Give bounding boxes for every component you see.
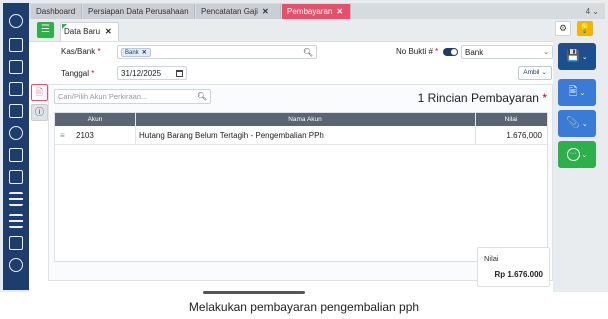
akun-search-placeholder: Cari/Pilih Akun Perkiraan... [58, 92, 148, 101]
kas-bank-label-text: Kas/Bank [61, 47, 96, 56]
header-fields: Kas/Bank * Bank ✕ 🔍︎ Tanggal * 31/12/2025… [29, 45, 553, 81]
tab-label: Dashboard [36, 7, 76, 16]
auto-number-toggle[interactable] [443, 48, 458, 56]
cart-icon[interactable] [9, 148, 23, 162]
total-value: Rp 1.676.000 [494, 270, 543, 279]
tanggal-value: 31/12/2025 [121, 69, 162, 78]
print-button[interactable]: 🖹 ⌄ [558, 79, 596, 106]
calculator-icon[interactable] [9, 82, 23, 96]
ambil-label: Ambil [523, 69, 540, 76]
close-icon[interactable]: ✕ [262, 7, 269, 16]
kas-bank-tag[interactable]: Bank ✕ [121, 48, 151, 57]
tanggal-date-input[interactable]: 31/12/2025 [117, 66, 187, 80]
no-bukti-label: No Bukti # * [396, 47, 438, 56]
column-header-akun[interactable]: Akun [55, 113, 135, 126]
column-divider [135, 113, 136, 145]
document-icon: 🖹 [568, 86, 578, 98]
attachment-button[interactable]: 📎 ⌄ [558, 110, 596, 137]
badge-icon[interactable] [9, 258, 23, 272]
app-screenshot: Dashboard Persiapan Data Perusahaan Penc… [0, 0, 608, 292]
detail-side-tabs: 🖹 ⓘ [31, 84, 48, 124]
akun-search-input[interactable]: Cari/Pilih Akun Perkiraan... 🔍︎ [54, 89, 211, 104]
tab-persiapan-data[interactable]: Persiapan Data Perusahaan [83, 4, 195, 19]
column-header-nama-akun[interactable]: Nama Akun [135, 113, 475, 126]
save-icon: 💾 [566, 50, 580, 62]
total-label: Nilai [484, 254, 499, 263]
required-mark: * [542, 91, 547, 105]
column-divider [475, 113, 476, 145]
factory-icon[interactable] [9, 214, 23, 228]
action-sidebar: 💾 ⌄ 🖹 ⌄ 📎 ⌄ ··· ⌄ [553, 41, 605, 292]
tab-pencatatan-gaji[interactable]: Pencatatan Gaji ✕ [196, 4, 281, 19]
tab-dashboard[interactable]: Dashboard [31, 4, 82, 19]
rincian-table: Akun Nama Akun Nilai ≡ 2103 Hutang Baran… [54, 112, 548, 262]
more-actions-button[interactable]: ··· ⌄ [558, 141, 596, 168]
cell-akun: 2103 [76, 131, 94, 140]
search-icon[interactable]: 🔍︎ [197, 90, 207, 103]
no-bukti-label-text: No Bukti # [396, 47, 433, 56]
close-icon[interactable]: ✕ [142, 50, 147, 56]
tab-label: Pencatatan Gaji [201, 7, 258, 16]
kas-bank-label: Kas/Bank * [61, 47, 101, 56]
chevron-down-icon: ⌄ [581, 54, 588, 61]
tab-data-baru[interactable]: Data Baru ✕ [60, 22, 119, 41]
required-mark: * [91, 69, 95, 78]
form-tab-label: Data Baru [64, 27, 101, 36]
scroll-indicator [203, 291, 305, 294]
chevron-down-icon: ⌄ [581, 121, 588, 128]
figure-caption: Melakukan pembayaran pengembalian pph [188, 300, 420, 314]
table-header: Akun Nama Akun Nilai [55, 113, 547, 126]
tanggal-label-text: Tanggal [61, 69, 90, 78]
chart-icon[interactable] [9, 192, 23, 206]
document-tab-icon[interactable]: 🖹 [31, 84, 48, 101]
no-bukti-type-select[interactable]: Bank ⌄ [461, 45, 553, 59]
chevron-down-icon: ⌄ [543, 49, 549, 56]
kas-bank-input[interactable]: Bank ✕ 🔍︎ [117, 45, 317, 59]
required-mark: * [435, 47, 439, 56]
no-bukti-type-value: Bank [465, 48, 484, 57]
calendar-icon[interactable] [176, 70, 183, 77]
form-toolbar: ☰ Data Baru ✕ ⚙ 💡 [29, 19, 605, 41]
required-mark: * [97, 47, 101, 56]
left-sidebar [3, 3, 29, 290]
close-icon[interactable]: ✕ [336, 7, 343, 16]
close-icon[interactable]: ✕ [105, 27, 112, 36]
info-tab-icon[interactable]: ⓘ [31, 104, 48, 121]
list-view-button[interactable]: ☰ [37, 22, 54, 38]
box-icon[interactable] [9, 126, 23, 140]
tab-label: Pembayaran [287, 7, 333, 16]
total-summary: Nilai Rp 1.676.000 [477, 247, 550, 287]
search-icon[interactable]: 🔍︎ [303, 46, 313, 59]
tanggal-label: Tanggal * [61, 69, 94, 78]
rincian-title: 1 Rincian Pembayaran * [418, 91, 547, 105]
gear-icon[interactable] [9, 14, 23, 28]
more-icon: ··· [566, 147, 580, 161]
tabs-overflow-button[interactable]: 4 ⌄ [586, 4, 599, 19]
office-icon[interactable] [9, 60, 23, 74]
paperclip-icon: 📎 [566, 117, 580, 129]
column-header-nilai[interactable]: Nilai [475, 113, 547, 126]
save-button[interactable]: 💾 ⌄ [558, 43, 596, 70]
chevron-down-icon: ⌄ [579, 90, 586, 97]
kas-bank-tag-label: Bank [125, 50, 139, 56]
chevron-down-icon: ⌄ [581, 152, 588, 159]
tips-bulb-button[interactable]: 💡 [577, 21, 593, 36]
ambil-button[interactable]: Ambil ⌄ [518, 66, 552, 80]
settings-button[interactable]: ⚙ [555, 21, 571, 36]
id-card-icon[interactable] [9, 236, 23, 250]
building-icon[interactable] [9, 38, 23, 52]
chevron-down-icon: ⌄ [541, 69, 547, 76]
table-row[interactable]: ≡ 2103 Hutang Barang Belum Tertagih - Pe… [55, 126, 547, 145]
cell-nilai: 1.676,000 [506, 131, 542, 140]
tab-pembayaran[interactable]: Pembayaran ✕ [282, 4, 351, 19]
cell-nama-akun: Hutang Barang Belum Tertagih - Pengembal… [139, 131, 324, 140]
form-panel: Kas/Bank * Bank ✕ 🔍︎ Tanggal * 31/12/2025… [29, 41, 553, 292]
row-drag-handle[interactable]: ≡ [60, 126, 65, 145]
truck-icon[interactable] [9, 170, 23, 184]
tab-strip: Dashboard Persiapan Data Perusahaan Penc… [29, 3, 605, 19]
tab-label: Persiapan Data Perusahaan [88, 7, 189, 16]
warehouse-icon[interactable] [9, 104, 23, 118]
rincian-title-text: 1 Rincian Pembayaran [417, 91, 539, 105]
